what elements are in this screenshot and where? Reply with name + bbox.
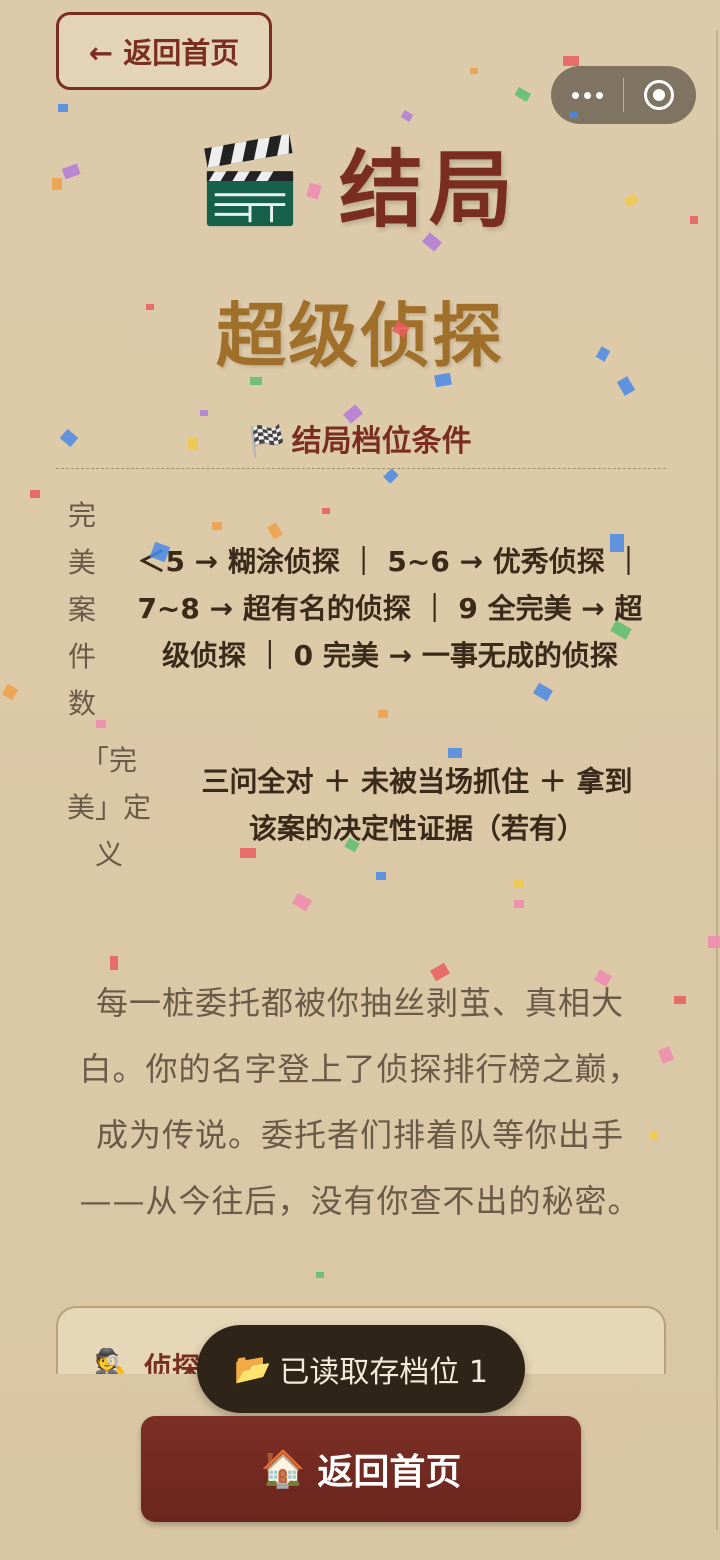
- condition-line: 级侦探 ｜ 0 完美 → 一事无成的侦探: [162, 639, 618, 672]
- detective-icon: 🕵️: [94, 1348, 127, 1374]
- more-icon[interactable]: [551, 91, 623, 99]
- story-line: 每一桩委托都被你抽丝剥茧、真相大: [95, 984, 624, 1022]
- page-title: 结局: [0, 128, 720, 239]
- folder-icon: 📂: [234, 1351, 272, 1387]
- toast-text: 已读取存档位 1: [279, 1355, 488, 1390]
- return-home-button[interactable]: 🏠 返回首页: [141, 1416, 581, 1522]
- checkered-flag-icon: 🏁: [248, 424, 286, 459]
- target-icon[interactable]: [644, 80, 674, 110]
- capsule-divider: [623, 78, 624, 112]
- clapperboard-icon: [204, 134, 294, 227]
- toast: 📂 已读取存档位 1: [197, 1325, 525, 1413]
- scrollbar[interactable]: [716, 30, 718, 1530]
- title-text: 结局: [338, 140, 519, 239]
- return-home-label: 返回首页: [317, 1452, 462, 1493]
- condition-line: 7~8 → 超有名的侦探 ｜ 9 全完美 → 超: [137, 592, 643, 625]
- divider: [56, 468, 666, 469]
- mini-program-capsule: [551, 66, 696, 124]
- condition-label-perfect-def: 「完 美」定 义: [56, 737, 162, 878]
- story-line: 白。你的名字登上了侦探排行榜之巅，: [79, 1050, 641, 1088]
- label-line: 美」定: [66, 791, 151, 824]
- condition-line: 三问全对 ＋ 未被当场抓住 ＋ 拿到: [201, 765, 633, 798]
- ending-story: 每一桩委托都被你抽丝剥茧、真相大 白。你的名字登上了侦探排行榜之巅， 成为传说。…: [60, 970, 660, 1234]
- condition-text-perfect-count: ＜5 → 糊涂侦探 ｜ 5~6 → 优秀侦探 ｜ 7~8 → 超有名的侦探 ｜ …: [112, 538, 668, 679]
- label-text: 完美案件数: [67, 499, 96, 720]
- house-icon: 🏠: [260, 1449, 306, 1490]
- back-home-top-button[interactable]: ← 返回首页: [56, 12, 272, 90]
- condition-label-perfect-count: 完美案件数: [62, 492, 102, 727]
- condition-line: ＜5 → 糊涂侦探 ｜ 5~6 → 优秀侦探 ｜: [137, 545, 643, 578]
- ending-rank: 超级侦探: [216, 295, 504, 377]
- story-line: ——从今往后，没有你查不出的秘密。: [79, 1182, 641, 1220]
- condition-line: 该案的决定性证据（若有）: [248, 812, 585, 845]
- condition-text-perfect-def: 三问全对 ＋ 未被当场抓住 ＋ 拿到 该案的决定性证据（若有）: [172, 758, 662, 852]
- back-label: ← 返回首页: [88, 36, 240, 70]
- label-line: 义: [94, 838, 123, 871]
- story-line: 成为传说。委托者们排着队等你出手: [95, 1116, 624, 1154]
- conditions-heading: 🏁 结局档位条件: [0, 416, 720, 460]
- conditions-title: 结局档位条件: [291, 424, 472, 459]
- label-line: 「完: [80, 744, 137, 777]
